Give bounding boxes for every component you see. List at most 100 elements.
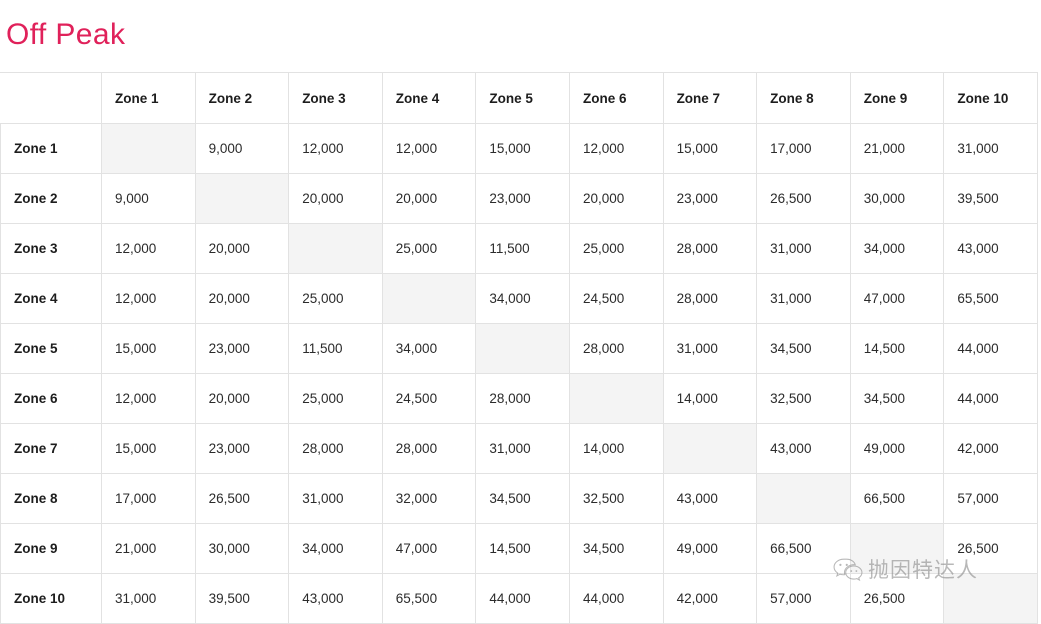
page-title: Off Peak (6, 18, 126, 51)
fare-cell-5-7: 31,000 (662, 323, 758, 374)
fare-cell-empty-1-1 (101, 123, 196, 174)
fare-cell-5-2: 23,000 (194, 323, 290, 374)
fare-cell-2-9: 30,000 (849, 173, 945, 224)
column-header-zone-1: Zone 1 (101, 72, 196, 124)
fare-cell-7-5: 31,000 (475, 423, 570, 474)
fare-cell-1-4: 12,000 (381, 123, 477, 174)
fare-cell-2-1: 9,000 (101, 173, 196, 224)
fare-cell-2-3: 20,000 (288, 173, 383, 224)
row-header-zone-3: Zone 3 (0, 223, 102, 274)
fare-cell-empty-3-3 (288, 223, 383, 274)
fare-cell-1-5: 15,000 (475, 123, 570, 174)
fare-cell-3-7: 28,000 (662, 223, 758, 274)
fare-cell-5-4: 34,000 (381, 323, 477, 374)
fare-cell-3-2: 20,000 (194, 223, 290, 274)
fare-cell-4-1: 12,000 (101, 273, 196, 324)
fare-cell-6-2: 20,000 (194, 373, 290, 424)
fare-cell-9-10: 26,500 (943, 523, 1038, 574)
fare-cell-6-8: 32,500 (756, 373, 851, 424)
fare-cell-1-10: 31,000 (943, 123, 1038, 174)
fare-cell-empty-4-4 (381, 273, 477, 324)
fare-cell-empty-5-5 (475, 323, 570, 374)
table-row: Zone 9 21,000 30,000 34,000 47,000 14,500 34,5… (0, 523, 1038, 574)
table-row: Zone 8 17,000 26,500 31,000 32,000 34,500 32,5… (0, 473, 1038, 524)
fare-cell-5-3: 11,500 (288, 323, 383, 374)
fare-cell-2-8: 26,500 (756, 173, 851, 224)
fare-cell-1-2: 9,000 (194, 123, 290, 174)
off-peak-fare-matrix-page: Off Peak Zone 1 Zone 2 Zone 3 Zone 4 Zone 5Z… (0, 0, 1041, 624)
column-header-zone-3: Zone 3 (288, 72, 383, 124)
fare-cell-8-10: 57,000 (943, 473, 1038, 524)
fare-cell-10-5: 44,000 (475, 573, 570, 624)
column-header-zone-9: Zone 9 (849, 72, 945, 124)
fare-cell-empty-6-6 (568, 373, 664, 424)
table-row: Zone 1 9,000 12,000 12,000 15,000 12,000 15,00… (0, 123, 1038, 174)
fare-cell-9-1: 21,000 (101, 523, 196, 574)
fare-cell-6-4: 24,500 (381, 373, 477, 424)
fare-cell-2-6: 20,000 (568, 173, 664, 224)
fare-cell-4-5: 34,000 (475, 273, 570, 324)
table-row: Zone 7 15,000 23,000 28,000 28,000 31,000 14,0… (0, 423, 1038, 474)
fare-cell-8-2: 26,500 (194, 473, 290, 524)
fare-cell-3-8: 31,000 (756, 223, 851, 274)
header-row: Zone 1 Zone 2 Zone 3 Zone 4 Zone 5 Zone 6 Zone… (0, 72, 1038, 124)
column-header-zone-4: Zone 4 (381, 72, 477, 124)
table-row: Zone 4 12,000 20,000 25,000 34,000 24,500 28,0… (0, 273, 1038, 324)
fare-cell-10-7: 42,000 (662, 573, 758, 624)
fare-cell-9-3: 34,000 (288, 523, 383, 574)
fare-cell-7-9: 49,000 (849, 423, 945, 474)
fare-cell-7-8: 43,000 (756, 423, 851, 474)
table-header: Zone 1 Zone 2 Zone 3 Zone 4 Zone 5 Zone 6 Zone… (0, 72, 1038, 124)
fare-cell-8-3: 31,000 (288, 473, 383, 524)
fare-cell-9-7: 49,000 (662, 523, 758, 574)
row-header-zone-7: Zone 7 (0, 423, 102, 474)
fare-cell-6-9: 34,500 (849, 373, 945, 424)
fare-cell-4-8: 31,000 (756, 273, 851, 324)
fare-cell-10-3: 43,000 (288, 573, 383, 624)
fare-cell-3-5: 11,500 (475, 223, 570, 274)
fare-matrix-table: Zone 1 Zone 2 Zone 3 Zone 4 Zone 5 Zone 6 Zone… (0, 72, 1038, 624)
fare-cell-7-2: 23,000 (194, 423, 290, 474)
fare-cell-1-8: 17,000 (756, 123, 851, 174)
table-body: Zone 1 9,000 12,000 12,000 15,000 12,000 15,00… (0, 123, 1038, 624)
fare-cell-5-9: 14,500 (849, 323, 945, 374)
row-header-zone-9: Zone 9 (0, 523, 102, 574)
fare-cell-4-9: 47,000 (849, 273, 945, 324)
fare-cell-10-4: 65,500 (381, 573, 477, 624)
fare-cell-5-6: 28,000 (568, 323, 664, 374)
fare-cell-8-7: 43,000 (662, 473, 758, 524)
fare-cell-4-7: 28,000 (662, 273, 758, 324)
fare-cell-3-1: 12,000 (101, 223, 196, 274)
fare-cell-10-9: 26,500 (849, 573, 945, 624)
row-header-zone-2: Zone 2 (0, 173, 102, 224)
fare-cell-8-4: 32,000 (381, 473, 477, 524)
fare-cell-2-7: 23,000 (662, 173, 758, 224)
table-row: Zone 5 15,000 23,000 11,500 34,000 28,000 31,0… (0, 323, 1038, 374)
fare-cell-4-10: 65,500 (943, 273, 1038, 324)
fare-cell-7-6: 14,000 (568, 423, 664, 474)
fare-cell-6-1: 12,000 (101, 373, 196, 424)
fare-cell-5-10: 44,000 (943, 323, 1038, 374)
fare-cell-2-5: 23,000 (475, 173, 570, 224)
row-header-zone-4: Zone 4 (0, 273, 102, 324)
fare-cell-4-2: 20,000 (194, 273, 290, 324)
matrix-corner-cell (0, 72, 102, 124)
column-header-zone-8: Zone 8 (756, 72, 851, 124)
fare-cell-4-6: 24,500 (568, 273, 664, 324)
row-header-zone-10: Zone 10 (0, 573, 102, 624)
fare-cell-empty-8-8 (756, 473, 851, 524)
fare-cell-10-8: 57,000 (756, 573, 851, 624)
fare-cell-5-8: 34,500 (756, 323, 851, 374)
row-header-zone-8: Zone 8 (0, 473, 102, 524)
fare-cell-8-5: 34,500 (475, 473, 570, 524)
fare-cell-9-4: 47,000 (381, 523, 477, 574)
table-row: Zone 10 31,000 39,500 43,000 65,500 44,000 44,… (0, 573, 1038, 624)
fare-cell-7-1: 15,000 (101, 423, 196, 474)
fare-cell-1-3: 12,000 (288, 123, 383, 174)
fare-cell-8-9: 66,500 (849, 473, 945, 524)
fare-matrix-container: Zone 1 Zone 2 Zone 3 Zone 4 Zone 5 Zone 6 Zone… (0, 72, 1038, 624)
fare-cell-10-6: 44,000 (568, 573, 664, 624)
row-header-zone-5: Zone 5 (0, 323, 102, 374)
fare-cell-8-6: 32,500 (568, 473, 664, 524)
fare-cell-5-1: 15,000 (101, 323, 196, 374)
